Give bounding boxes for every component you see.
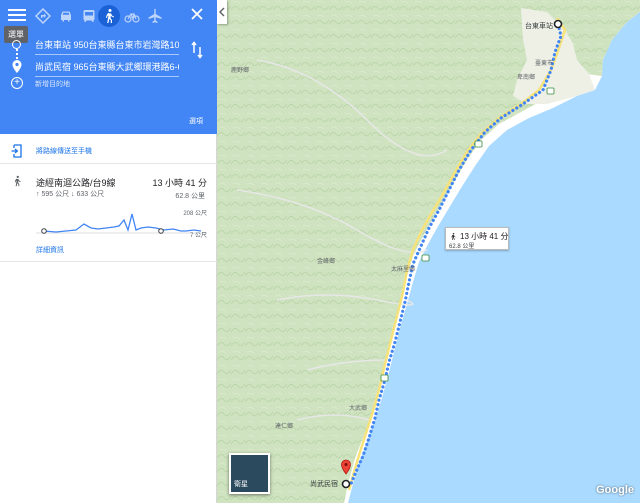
bicycle-icon[interactable] [121, 5, 143, 27]
chevron-left-icon [219, 7, 225, 17]
close-icon[interactable] [189, 6, 205, 22]
send-to-phone-icon [11, 144, 22, 158]
send-to-phone-label: 將路線傳送至手機 [36, 148, 92, 155]
satellite-toggle[interactable]: 衛星 [229, 453, 270, 494]
walk-icon [14, 175, 21, 187]
map-label-l2: 卑南鄉 [517, 75, 536, 81]
map-view[interactable]: 台東車站 鹿野鄉 卑南鄉 臺東市 金峰鄉 太麻里鄉 大武鄉 達仁鄉 尚武民宿 1… [217, 0, 640, 503]
elevation-profile [36, 213, 206, 234]
route-info-box[interactable]: 13 小時 41 分 62.8 公里 [445, 227, 509, 250]
destination-label: 尚武民宿 [310, 481, 338, 488]
origin-row[interactable]: 台東車站 950台東縣台東市岩灣路101巷 [0, 34, 217, 56]
profile-min: 7 公尺 [189, 233, 207, 239]
details-link[interactable]: 詳細資訊 [36, 245, 64, 255]
trip-distance: 62.8 公里 [175, 193, 205, 200]
add-destination-row[interactable]: + 新增目的地 [0, 76, 217, 92]
map-label-l7: 達仁鄉 [275, 424, 294, 430]
send-to-phone-row[interactable]: 將路線傳送至手機 [0, 138, 217, 164]
origin-dot-icon [12, 40, 21, 49]
map-label-l5: 太麻里鄉 [391, 267, 416, 273]
walk-icon [451, 233, 456, 240]
map-label-l4: 金峰鄉 [317, 259, 336, 265]
walk-icon[interactable] [98, 5, 120, 27]
route-name: 途經南迴公路/台9線 [36, 178, 116, 188]
destination-input[interactable]: 尚武民宿 965台東縣大武鄉環港路6-6號 [35, 60, 179, 77]
map-label-l6: 大武鄉 [349, 406, 368, 412]
add-icon: + [11, 77, 23, 89]
route-info-distance: 62.8 公里 [449, 244, 475, 250]
elevation-summary: ↑ 595 公尺 ↓ 633 公尺 [36, 191, 105, 198]
diamond-turn-icon[interactable] [32, 5, 54, 27]
airplane-icon[interactable] [144, 5, 166, 27]
profile-max: 208 公尺 [183, 211, 207, 217]
travel-mode-bar [0, 5, 217, 27]
satellite-label: 衛星 [234, 481, 248, 488]
directions-header: 選單 台東車站 950台東縣台東市岩灣路101巷 尚武民宿 965台東縣大武鄉環… [0, 0, 217, 134]
add-destination-label: 新增目的地 [35, 81, 70, 88]
car-icon[interactable] [55, 5, 77, 27]
map-label-l3: 臺東市 [535, 61, 554, 67]
trip-duration: 13 小時 41 分 [152, 178, 207, 188]
directions-panel: 選單 台東車站 950台東縣台東市岩灣路101巷 尚武民宿 965台東縣大武鄉環… [0, 0, 217, 503]
trip-card[interactable]: 途經南迴公路/台9線 13 小時 41 分 ↑ 595 公尺 ↓ 633 公尺 … [0, 164, 217, 262]
map-label-l1: 鹿野鄉 [231, 68, 250, 74]
collapse-panel-button[interactable] [217, 0, 227, 24]
destination-row[interactable]: 尚武民宿 965台東縣大武鄉環港路6-6號 [0, 56, 217, 78]
origin-label: 台東車站 [525, 23, 553, 30]
options-button[interactable]: 選項 [189, 116, 203, 126]
train-icon[interactable] [78, 5, 100, 27]
destination-pin-icon [12, 60, 22, 73]
origin-input[interactable]: 台東車站 950台東縣台東市岩灣路101巷 [35, 38, 179, 55]
google-logo: Google [596, 484, 634, 496]
